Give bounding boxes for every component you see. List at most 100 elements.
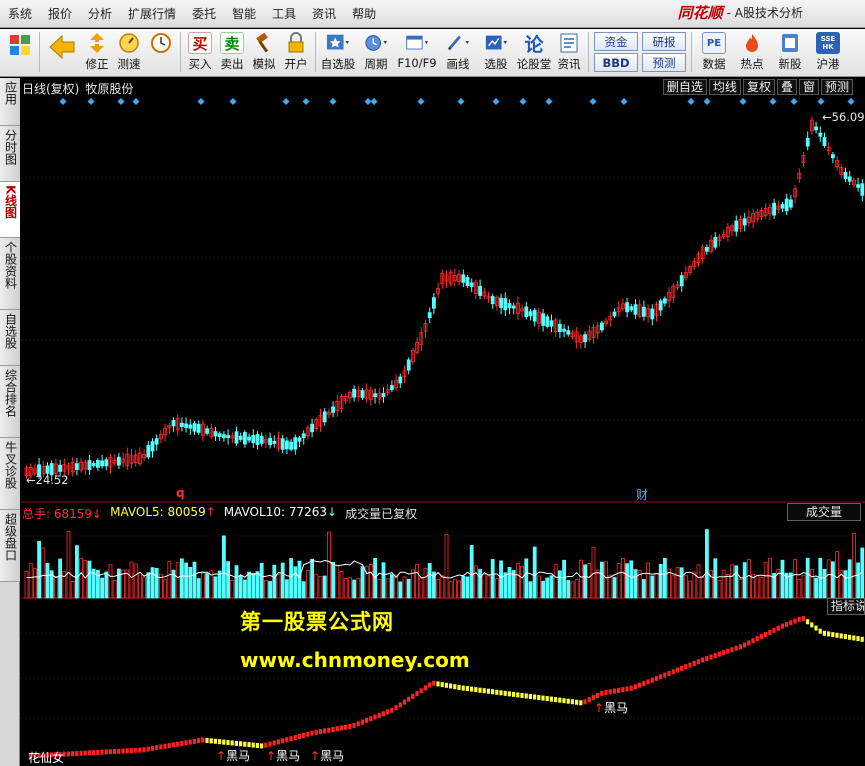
indicator-bar [688, 662, 692, 668]
indicator-bar [701, 657, 705, 663]
indicator-bar [348, 723, 352, 729]
toolbar-separator [315, 32, 316, 72]
q-marker[interactable]: q [176, 486, 185, 500]
period-label[interactable]: 日线(复权) [22, 80, 79, 96]
indicator-bar [255, 742, 259, 748]
news-button[interactable]: 资讯 [553, 29, 585, 75]
fund-button[interactable]: 资金 [594, 32, 638, 51]
sell-button[interactable]: 卖 卖出 [216, 29, 248, 75]
overlay-button[interactable]: 叠 [776, 79, 797, 95]
toolbar-separator [691, 32, 692, 72]
menu-smart[interactable]: 智能 [224, 0, 264, 28]
candle [251, 435, 256, 444]
volume-bar [755, 575, 760, 599]
ipo-button[interactable]: 新股 [771, 29, 809, 75]
tab-diagnosis[interactable]: 牛叉诊股 [0, 438, 20, 510]
draw-line-button[interactable]: 画线 [439, 29, 477, 75]
report-forecast-group: 研报 预测 [640, 30, 688, 72]
volume-bar [32, 568, 37, 599]
research-report-button[interactable]: 研报 [642, 32, 686, 51]
menu-news[interactable]: 资讯 [304, 0, 344, 28]
bbd-button[interactable]: BBD [594, 53, 638, 72]
volume-bar [79, 557, 83, 599]
menu-quotes[interactable]: 报价 [40, 0, 80, 28]
timer-button[interactable] [145, 29, 177, 75]
volume-bar [717, 580, 722, 599]
candle [104, 459, 109, 467]
tab-watchlist[interactable]: 自选股 [0, 310, 20, 366]
indicator-bar [289, 736, 293, 742]
quote-board-button[interactable] [4, 29, 36, 75]
hk-connect-button[interactable]: SSE HK 沪港 [809, 29, 847, 75]
indicator-bar [512, 691, 516, 697]
indicator-bar [104, 749, 108, 755]
buy-button[interactable]: 买 买入 [184, 29, 216, 75]
indicator-bar [503, 690, 507, 696]
f10-button[interactable]: F10/F9 [395, 29, 439, 75]
menu-extended-quotes[interactable]: 扩展行情 [120, 0, 184, 28]
volume-bar [70, 581, 75, 599]
menu-analysis[interactable]: 分析 [80, 0, 120, 28]
menu-system[interactable]: 系统 [0, 0, 40, 28]
tab-ranking[interactable]: 综合排名 [0, 366, 20, 438]
hot-button[interactable]: 热点 [733, 29, 771, 75]
tab-intraday[interactable]: 分时图 [0, 126, 20, 182]
open-account-button[interactable]: 开户 [280, 29, 312, 75]
menu-help[interactable]: 帮助 [344, 0, 384, 28]
stock-picker-button[interactable]: 选股 [477, 29, 515, 75]
indicator-bar [234, 740, 238, 746]
indicator-bar [709, 654, 713, 660]
signal-label: ↑黑马 [310, 749, 345, 763]
tab-super-level2[interactable]: 超级盘口 [0, 510, 20, 582]
indicator-bar [125, 748, 129, 754]
indicator-bar [814, 625, 818, 631]
tab-apps[interactable]: 应用 [0, 78, 20, 126]
indicator-help-button[interactable]: 指标说明 [827, 598, 865, 615]
volume-bar [490, 559, 495, 599]
volume-bar [747, 559, 751, 599]
indicator-bar [440, 682, 444, 688]
menu-tools[interactable]: 工具 [264, 0, 304, 28]
volume-bar [679, 567, 684, 599]
volume-bar [692, 571, 697, 599]
favorites-button[interactable]: 自选股 [319, 29, 357, 75]
fix-label: 修正 [85, 57, 109, 71]
tab-stock-profile[interactable]: 个股资料 [0, 238, 20, 310]
menu-trade[interactable]: 委托 [184, 0, 224, 28]
indicator-bar [163, 743, 167, 749]
simulate-button[interactable]: 模拟 [248, 29, 280, 75]
event-diamond [302, 98, 310, 105]
forum-button[interactable]: 论 论股堂 [515, 29, 553, 75]
period-button[interactable]: 周期 [357, 29, 395, 75]
volume-bar [541, 580, 545, 599]
volume-indicator-button[interactable]: 成交量 [786, 503, 861, 521]
volume-bar [452, 579, 457, 599]
tab-watchlist-label: 自选股 [3, 313, 18, 349]
forecast-chart-button[interactable]: 预测 [820, 79, 853, 95]
indicator-bar [768, 629, 772, 635]
volume-bar [726, 574, 730, 599]
indicator-bar [818, 628, 822, 634]
volume-bar [322, 575, 327, 599]
window-button[interactable]: 窗 [798, 79, 819, 95]
finance-marker[interactable]: 财 [636, 486, 648, 503]
volume-bar [284, 579, 289, 599]
indicator-bar [570, 699, 574, 705]
tab-super-level2-label: 超级盘口 [3, 513, 18, 561]
tab-kline[interactable]: K线图 [0, 182, 20, 238]
moving-average-button[interactable]: 均线 [708, 79, 741, 95]
remove-favorite-button[interactable]: 删自选 [662, 79, 707, 95]
adjust-button[interactable]: 复权 [742, 79, 775, 95]
forecast-button[interactable]: 预测 [642, 53, 686, 72]
fix-button[interactable]: 修正 [81, 29, 113, 75]
speed-test-button[interactable]: 测速 [113, 29, 145, 75]
indicator-bar [213, 738, 217, 744]
indicator-bar [239, 741, 243, 747]
candle [734, 220, 739, 232]
indicator-bar [558, 697, 562, 703]
back-button[interactable] [43, 29, 81, 75]
volume-bar [633, 569, 638, 599]
indicator-bar [209, 738, 213, 744]
indicator-bar [83, 750, 87, 756]
data-button[interactable]: PE 数据 [695, 29, 733, 75]
